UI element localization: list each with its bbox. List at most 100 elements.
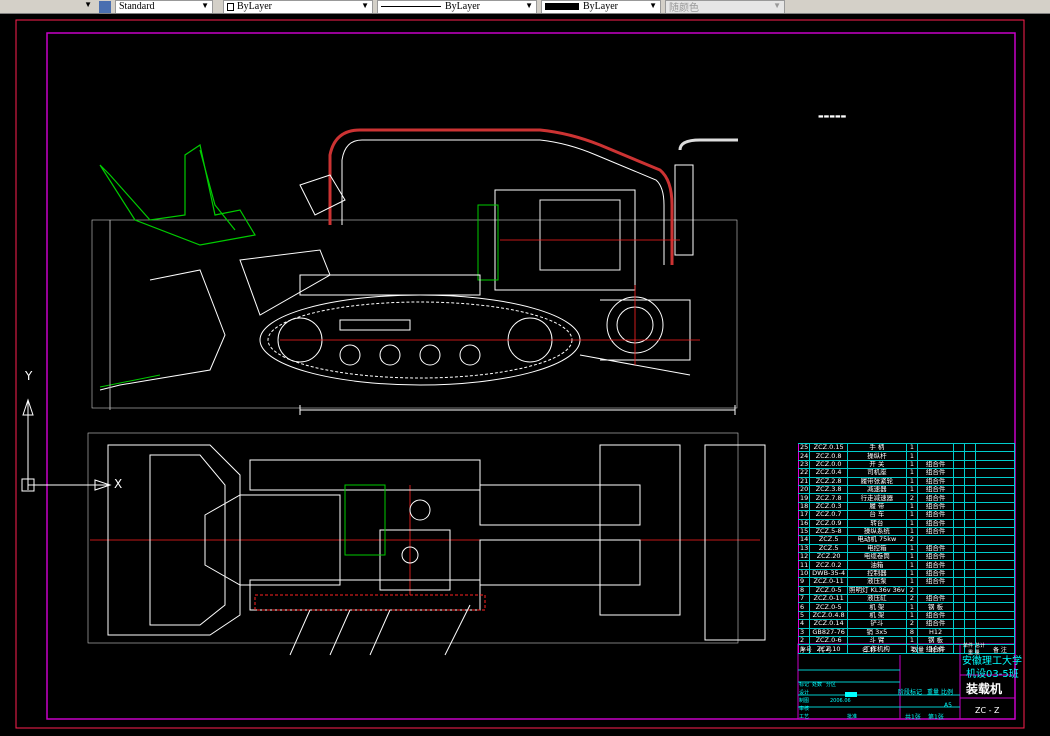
parts-cell-name: 履带张紧轮 bbox=[847, 476, 907, 486]
parts-cell-no: 20 bbox=[797, 484, 811, 495]
layer-color-dropdown[interactable]: ByLayer ▼ bbox=[223, 0, 373, 13]
parts-cell-empty bbox=[963, 627, 976, 638]
parts-cell-no: 19 bbox=[797, 493, 811, 503]
parts-cell-empty bbox=[953, 610, 965, 621]
parts-cell-code: ZCZ.0.14 bbox=[809, 619, 848, 629]
parts-cell-material: 组合件 bbox=[917, 568, 955, 579]
chevron-down-icon: ▼ bbox=[201, 0, 209, 10]
text-style-dropdown[interactable]: Standard ▼ bbox=[115, 0, 213, 13]
parts-cell-empty bbox=[974, 518, 1016, 528]
parts-cell-empty bbox=[974, 568, 1016, 579]
parts-cell-code: ZCZ.0.7 bbox=[809, 510, 848, 520]
parts-cell-name: 操纵杆 bbox=[847, 451, 907, 461]
parts-cell-qty: 1 bbox=[905, 543, 919, 554]
parts-cell-code: ZCZ.0-5 bbox=[809, 585, 848, 596]
parts-cell-name: 操纵系统 bbox=[847, 526, 907, 537]
parts-cell-empty bbox=[974, 451, 1016, 461]
parts-row: 7 ZCZ.0-11 液压缸 2 组合件 bbox=[797, 594, 1016, 604]
parts-row: 17 ZCZ.0.7 台 车 1 组合件 bbox=[797, 510, 1016, 520]
parts-cell-empty bbox=[953, 619, 965, 629]
parts-cell-code: ZCZ.0-5 bbox=[809, 602, 848, 612]
parts-cell-empty bbox=[974, 476, 1016, 486]
parts-cell-empty bbox=[953, 510, 965, 520]
parts-cell-material: H12 bbox=[917, 627, 955, 638]
parts-cell-no: 12 bbox=[797, 552, 811, 562]
parts-cell-empty bbox=[963, 501, 976, 512]
parts-cell-empty bbox=[953, 476, 965, 486]
drafter-label: 制图 bbox=[799, 698, 810, 704]
linetype-dropdown[interactable]: ByLayer ▼ bbox=[377, 0, 537, 13]
parts-row: 15 ZCZ.5-8 操纵系统 1 组合件 bbox=[797, 526, 1016, 537]
parts-cell-code: DWB-35-4 bbox=[809, 568, 848, 579]
parts-cell-name: 铲斗 bbox=[847, 619, 907, 629]
parts-cell-empty bbox=[953, 442, 965, 453]
ucs-x-label: X bbox=[114, 477, 123, 491]
parts-cell-qty: 1 bbox=[905, 451, 919, 461]
parts-cell-empty bbox=[974, 610, 1016, 621]
parts-cell-empty bbox=[953, 543, 965, 554]
parts-cell-qty: 8 bbox=[905, 627, 919, 638]
check-label: 审核 bbox=[799, 706, 810, 712]
parts-cell-no: 21 bbox=[797, 476, 811, 486]
parts-cell-material bbox=[917, 535, 955, 545]
linetype-preview-icon bbox=[381, 6, 441, 7]
text-style-icon[interactable] bbox=[99, 0, 111, 13]
parts-cell-material bbox=[917, 451, 955, 461]
parts-cell-empty bbox=[963, 526, 976, 537]
parts-cell-name: 电动机 75kw bbox=[847, 535, 907, 545]
parts-cell-name: 机 架 bbox=[847, 602, 907, 612]
drawing-canvas[interactable]: ▬▬▬▬▬ 25 ZCZ.0.15 手 柄 1 24 ZCZ.0.8 操纵杆 1 23 ZCZ.0… bbox=[0, 15, 1050, 736]
lineweight-dropdown[interactable]: ByLayer ▼ bbox=[541, 0, 661, 13]
parts-cell-qty: 2 bbox=[905, 619, 919, 629]
parts-row: 18 ZCZ.0.3 履 带 1 组合件 bbox=[797, 501, 1016, 512]
parts-cell-qty: 1 bbox=[905, 518, 919, 528]
parts-cell-name: 油箱 bbox=[847, 560, 907, 570]
plot-style-dropdown: 随颜色 ▼ bbox=[665, 0, 785, 13]
zone-label: 分区 bbox=[826, 682, 837, 688]
parts-cell-empty bbox=[953, 526, 965, 537]
parts-cell-qty: 2 bbox=[905, 585, 919, 596]
header-no: 序号 bbox=[800, 647, 813, 654]
parts-cell-material: 组合件 bbox=[917, 610, 955, 621]
parts-cell-code: ZCZ.0-11 bbox=[809, 577, 848, 587]
parts-cell-empty bbox=[953, 468, 965, 478]
ratio-label: 比例 bbox=[941, 689, 954, 696]
chevron-down-icon: ▼ bbox=[525, 0, 533, 10]
parts-cell-empty bbox=[974, 493, 1016, 503]
parts-cell-name: 控制器 bbox=[847, 568, 907, 579]
parts-cell-empty bbox=[953, 577, 965, 587]
parts-cell-no: 3 bbox=[797, 627, 811, 638]
parts-cell-empty bbox=[963, 476, 976, 486]
parts-cell-code: ZCZ.0.4 bbox=[809, 468, 848, 478]
parts-cell-qty: 1 bbox=[905, 560, 919, 570]
parts-cell-empty bbox=[963, 543, 976, 554]
parts-cell-qty: 2 bbox=[905, 493, 919, 503]
parts-row: 23 ZCZ.0.0 开 关 1 组合件 bbox=[797, 459, 1016, 470]
parts-cell-qty: 1 bbox=[905, 577, 919, 587]
header-material: 材 料 bbox=[930, 647, 944, 654]
parts-row: 24 ZCZ.0.8 操纵杆 1 bbox=[797, 451, 1016, 461]
parts-cell-no: 11 bbox=[797, 560, 811, 570]
parts-cell-material: 组合件 bbox=[917, 560, 955, 570]
parts-cell-material: 组合件 bbox=[917, 476, 955, 486]
chevron-down-icon: ▼ bbox=[773, 0, 781, 10]
dimstyle-dropdown-tail[interactable]: ▼ bbox=[0, 0, 95, 13]
parts-cell-qty: 2 bbox=[905, 535, 919, 545]
parts-row: 22 ZCZ.0.4 司机座 1 组合件 bbox=[797, 468, 1016, 478]
header-qty: 数量 bbox=[912, 647, 925, 654]
parts-cell-empty bbox=[963, 518, 976, 528]
parts-cell-qty: 1 bbox=[905, 501, 919, 512]
school-name: 安徽理工大学 bbox=[962, 656, 1022, 667]
properties-toolbar: ▼ Standard ▼ ByLayer ▼ ByLayer ▼ ByLayer ▼ 随… bbox=[0, 0, 1050, 14]
parts-cell-empty bbox=[963, 442, 976, 453]
parts-cell-code: ZCZ.0.8 bbox=[809, 451, 848, 461]
parts-cell-material: 钢 板 bbox=[917, 602, 955, 612]
parts-cell-code: ZCZ.5 bbox=[809, 543, 848, 554]
parts-cell-empty bbox=[974, 602, 1016, 612]
parts-cell-code: ZCZ.5-8 bbox=[809, 526, 848, 537]
parts-cell-code: ZCZ.0-11 bbox=[809, 594, 848, 604]
parts-cell-no: 16 bbox=[797, 518, 811, 528]
parts-cell-qty: 1 bbox=[905, 635, 919, 646]
parts-row: 8 ZCZ.0-5 照明灯 KL36v 36v 2 bbox=[797, 585, 1016, 596]
parts-cell-no: 15 bbox=[797, 526, 811, 537]
